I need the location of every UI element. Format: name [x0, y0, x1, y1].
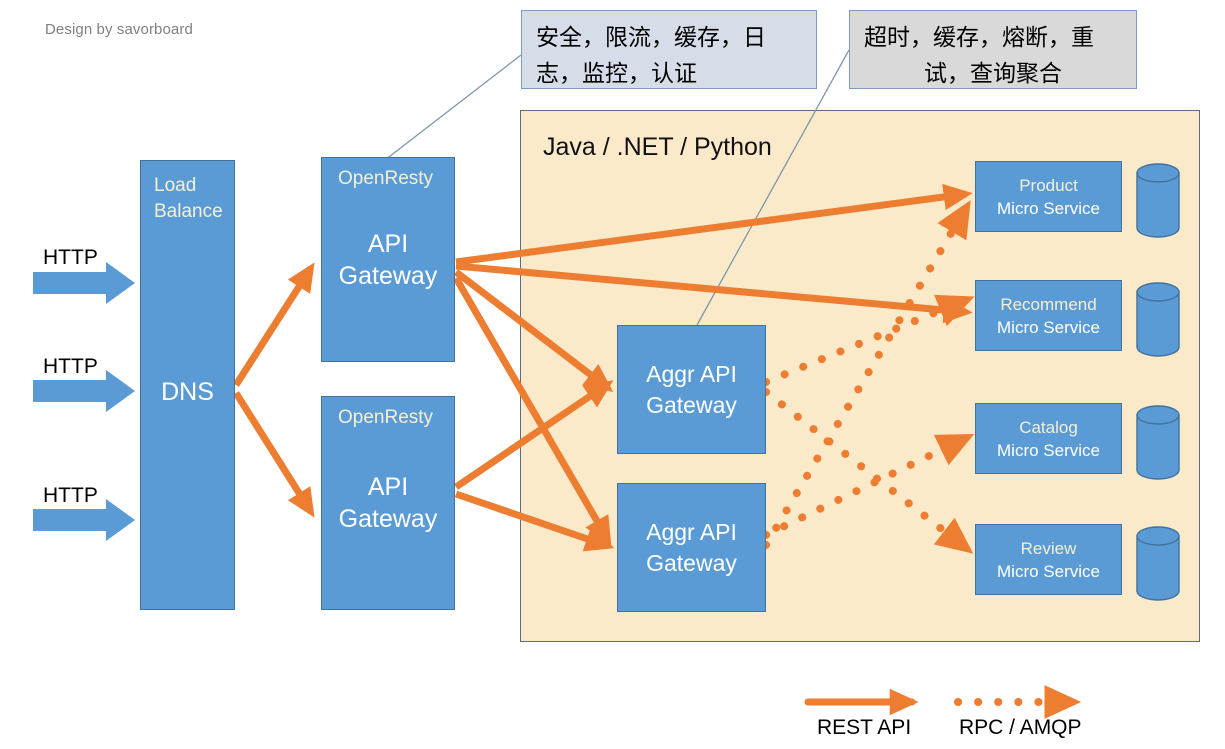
microservice-product-name: Product — [1019, 175, 1078, 195]
microservice-review-kind: Micro Service — [997, 561, 1100, 581]
api-gateway-bottom-line2: Gateway — [338, 505, 438, 533]
database-icons — [1136, 163, 1180, 601]
callout-gateway-line1: 安全，限流，缓存，日 — [536, 25, 766, 51]
credit-text: Design by savorboard — [45, 21, 193, 38]
aggr-top-label: Aggr API Gateway — [646, 359, 737, 421]
database-cylinder-review — [1136, 526, 1180, 601]
callout-aggregation-line1: 超时，缓存，熔断，重 — [864, 25, 1094, 51]
aggr-api-gateway-bottom[interactable]: Aggr API Gateway — [617, 483, 766, 612]
api-gateway-top-line1: API — [367, 229, 409, 258]
http-label-3: HTTP — [43, 484, 98, 507]
microservice-review[interactable]: Review Micro Service — [975, 524, 1122, 595]
aggr-bottom-line2: Gateway — [646, 549, 737, 576]
api-gateway-bottom-label: API Gateway — [339, 471, 438, 535]
microservice-product[interactable]: Product Micro Service — [975, 161, 1122, 232]
legend-label-rest: REST API — [817, 716, 912, 739]
aggr-top-line1: Aggr API — [646, 360, 737, 387]
callout-aggregation-line2: 试，查询聚合 — [924, 61, 1062, 87]
callout-gateway-concerns: 安全，限流，缓存，日 志，监控，认证 — [521, 10, 817, 89]
api-gateway-top-label: API Gateway — [339, 228, 438, 292]
platform-label: Java / .NET / Python — [543, 133, 772, 161]
callout-aggregation-concerns: 超时，缓存，熔断，重 试，查询聚合 — [849, 10, 1137, 89]
microservice-recommend-kind: Micro Service — [997, 317, 1100, 337]
http-label-2: HTTP — [43, 355, 98, 378]
database-cylinder-product — [1136, 163, 1180, 238]
legend-label-rpc: RPC / AMQP — [959, 716, 1082, 739]
load-balancer-node[interactable]: Load Balance DNS — [140, 160, 235, 610]
load-balancer-title: Load Balance — [141, 161, 223, 225]
api-gateway-top-tech: OpenResty — [338, 168, 434, 189]
rest-arrows-dns-to-gateways — [233, 262, 315, 518]
api-gateway-bottom-tech: OpenResty — [338, 407, 434, 428]
dns-label: DNS — [161, 378, 214, 406]
database-cylinder-catalog — [1136, 405, 1180, 480]
api-gateway-top-line2: Gateway — [338, 261, 438, 290]
aggr-bottom-line1: Aggr API — [646, 518, 737, 545]
microservice-catalog[interactable]: Catalog Micro Service — [975, 403, 1122, 474]
api-gateway-bottom-line1: API — [367, 473, 409, 501]
microservice-recommend-name: Recommend — [1000, 294, 1097, 314]
aggr-api-gateway-top[interactable]: Aggr API Gateway — [617, 325, 766, 454]
load-balancer-title-line2: Balance — [154, 201, 223, 222]
leader-line-gateway — [384, 54, 522, 161]
http-label-1: HTTP — [43, 246, 98, 269]
microservice-recommend[interactable]: Recommend Micro Service — [975, 280, 1122, 351]
diagram-canvas: Design by savorboard 安全，限流，缓存，日 志，监控，认证 … — [0, 0, 1225, 749]
microservice-review-name: Review — [1020, 538, 1077, 558]
aggr-bottom-label: Aggr API Gateway — [646, 517, 737, 579]
load-balancer-title-line1: Load — [154, 175, 197, 196]
microservice-product-kind: Micro Service — [997, 198, 1100, 218]
microservice-catalog-kind: Micro Service — [997, 440, 1100, 460]
database-cylinder-recommend — [1136, 282, 1180, 357]
aggr-top-line2: Gateway — [646, 391, 737, 418]
microservice-catalog-name: Catalog — [1019, 417, 1078, 437]
api-gateway-bottom[interactable]: OpenResty API Gateway — [321, 396, 455, 610]
callout-gateway-line2: 志，监控，认证 — [536, 61, 697, 87]
api-gateway-top[interactable]: OpenResty API Gateway — [321, 157, 455, 362]
